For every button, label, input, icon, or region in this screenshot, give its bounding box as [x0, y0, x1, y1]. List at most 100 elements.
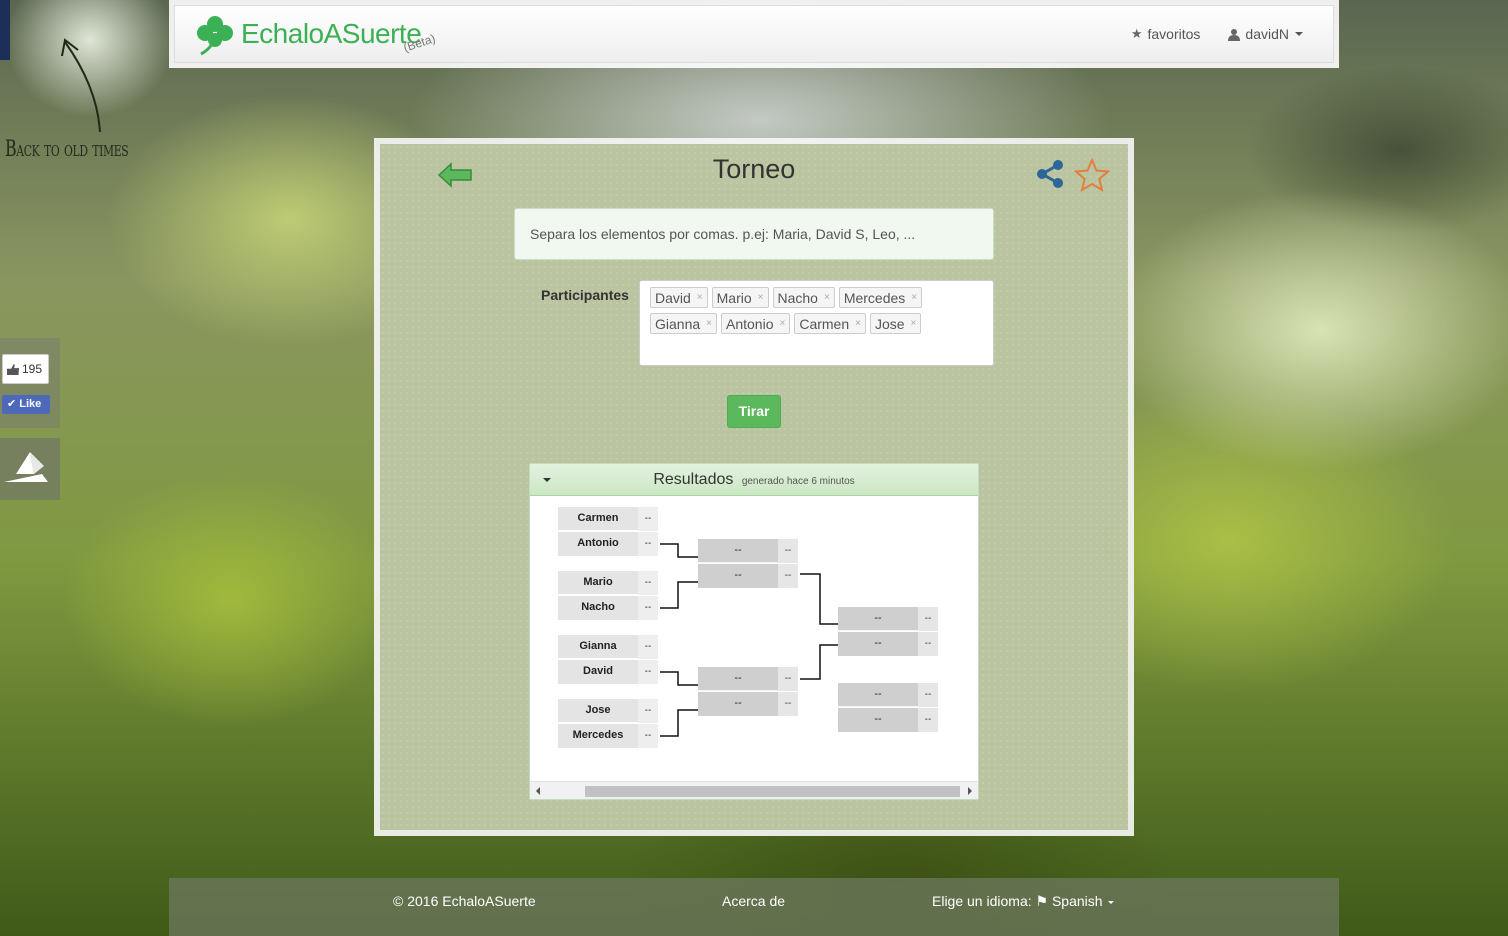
remove-tag-icon[interactable]: × [706, 318, 712, 329]
share-icon[interactable] [1034, 158, 1066, 190]
bracket-team: -- -- [838, 632, 938, 656]
page-title: Torneo [712, 154, 796, 184]
participant-name: Carmen [799, 315, 850, 332]
team-score: -- [778, 692, 798, 716]
bracket-team: Jose -- [558, 699, 658, 723]
team-name: Antonio [558, 532, 638, 556]
collapse-toggle-icon[interactable] [543, 478, 551, 482]
user-icon [1228, 28, 1241, 41]
team-score: -- [918, 632, 938, 656]
team-name: -- [838, 708, 918, 732]
participant-tag[interactable]: Nacho × [772, 287, 835, 308]
team-name: -- [698, 564, 778, 588]
navbar-inner: EchaloASuerte (Beta) ★ favoritos davidN [174, 5, 1334, 63]
remove-tag-icon[interactable]: × [779, 318, 785, 329]
chevron-down-icon [1295, 32, 1303, 36]
user-name: davidN [1245, 26, 1289, 42]
footer: © 2016 EchaloASuerte Acerca de Elige un … [169, 878, 1339, 936]
participant-name: Gianna [655, 315, 701, 332]
participant-name: Antonio [726, 315, 774, 332]
team-name: -- [838, 683, 918, 707]
team-score: -- [638, 596, 658, 620]
horizontal-scrollbar[interactable] [530, 781, 978, 799]
team-score: -- [638, 507, 658, 531]
participant-tag[interactable]: Mario × [711, 287, 769, 308]
team-score: -- [638, 532, 658, 556]
participant-tag[interactable]: Jose × [869, 313, 922, 334]
team-name: Mario [558, 571, 638, 595]
results-panel: Resultados generado hace 6 minutos Carme… [529, 463, 979, 800]
star-icon: ★ [1130, 26, 1143, 41]
language-selector[interactable]: Elige un idioma: ⚑ Spanish [932, 893, 1114, 910]
footer-about-link[interactable]: Acerca de [722, 893, 785, 909]
participant-tag[interactable]: Antonio × [721, 313, 791, 334]
language-value: Spanish [1051, 893, 1103, 909]
bracket-team: -- -- [838, 683, 938, 707]
participant-name: Jose [874, 315, 905, 332]
remove-tag-icon[interactable]: × [697, 292, 703, 303]
tirar-button[interactable]: Tirar [727, 395, 781, 428]
scroll-right-icon[interactable] [968, 787, 972, 795]
side-app-logo-button[interactable] [0, 438, 60, 500]
favorite-star-icon[interactable] [1074, 158, 1110, 192]
remove-tag-icon[interactable]: × [824, 292, 830, 303]
facebook-like-widget: 195 ✔ Like [0, 338, 60, 428]
participant-tag[interactable]: Gianna × [650, 313, 717, 334]
scroll-left-icon[interactable] [536, 787, 540, 795]
team-name: -- [698, 692, 778, 716]
chevron-down-icon [1107, 900, 1114, 904]
participant-tag[interactable]: Mercedes × [838, 287, 923, 308]
remove-tag-icon[interactable]: × [855, 318, 861, 329]
team-score: -- [638, 724, 658, 748]
bracket-team: -- -- [698, 692, 798, 716]
results-title: Resultados [653, 471, 734, 488]
back-to-old-leaf[interactable] [0, 0, 170, 133]
participants-tag-input[interactable]: David × Mario × Nacho × Mercedes × Gianna × Antoni… [639, 280, 994, 366]
bracket-team: -- -- [838, 708, 938, 732]
main-panel: Torneo Separa los elementos por comas. p… [374, 138, 1134, 836]
remove-tag-icon[interactable]: × [911, 292, 917, 303]
language-label: Elige un idioma: [932, 893, 1032, 909]
participant-name: David [655, 289, 691, 306]
hand-drawn-arrow-icon [61, 38, 101, 133]
team-score: -- [638, 699, 658, 723]
top-navbar: EchaloASuerte (Beta) ★ favoritos davidN [169, 0, 1339, 68]
brand-link[interactable]: EchaloASuerte [193, 12, 422, 56]
bracket-team: Carmen -- [558, 507, 658, 531]
participant-tag[interactable]: David × [650, 287, 708, 308]
bracket-connector [660, 709, 698, 737]
footer-copyright: © 2016 EchaloASuerte [393, 893, 536, 909]
team-name: -- [838, 607, 918, 631]
bracket-connector [660, 543, 698, 558]
team-score: -- [638, 635, 658, 659]
team-name: -- [698, 667, 778, 691]
like-label: Like [19, 398, 42, 410]
bracket-team: -- -- [698, 564, 798, 588]
clover-icon [197, 16, 233, 56]
team-name: -- [838, 632, 918, 656]
favorites-link[interactable]: ★ favoritos [1131, 26, 1201, 42]
remove-tag-icon[interactable]: × [758, 292, 764, 303]
scrollbar-thumb[interactable] [585, 786, 960, 797]
team-score: -- [918, 607, 938, 631]
nav-right: ★ favoritos davidN [1103, 26, 1303, 42]
flag-icon: ⚑ [1035, 893, 1049, 909]
facebook-like-button[interactable]: ✔ Like [2, 395, 50, 414]
results-timestamp: generado hace 6 minutos [741, 476, 855, 487]
participant-tag[interactable]: Carmen × [794, 313, 866, 334]
edge-decoration [0, 0, 10, 60]
team-name: Carmen [558, 507, 638, 531]
bracket-team: Mercedes -- [558, 724, 658, 748]
team-score: -- [778, 564, 798, 588]
results-header[interactable]: Resultados generado hace 6 minutos [530, 464, 978, 496]
team-name: David [558, 660, 638, 684]
remove-tag-icon[interactable]: × [911, 318, 917, 329]
bracket-team: -- -- [698, 667, 798, 691]
user-menu[interactable]: davidN [1228, 26, 1303, 42]
team-name: Nacho [558, 596, 638, 620]
team-score: -- [778, 667, 798, 691]
team-name: Gianna [558, 635, 638, 659]
brand-name: EchaloASuerte [241, 18, 422, 49]
back-to-old-times-link[interactable]: Back to old times [5, 137, 129, 162]
instructions-alert: Separa los elementos por comas. p.ej: Ma… [514, 208, 994, 260]
